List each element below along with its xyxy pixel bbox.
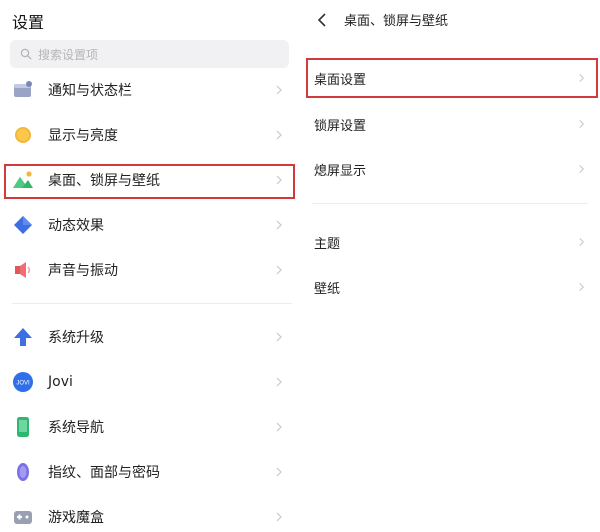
chevron-right-icon <box>276 85 282 95</box>
section-divider <box>12 303 292 304</box>
chevron-right-icon <box>579 238 585 246</box>
settings-item-dynamic-effect[interactable]: 动态效果 <box>0 203 296 247</box>
settings-item-sound[interactable]: 声音与振动 <box>0 248 296 292</box>
system-update-icon <box>12 326 34 348</box>
settings-item-jovi[interactable]: JOVI Jovi <box>0 360 296 404</box>
highlight-box <box>306 58 598 98</box>
fingerprint-icon <box>12 461 34 483</box>
notification-icon <box>12 79 34 101</box>
header: 桌面、锁屏与壁纸 <box>316 10 448 29</box>
settings-item-label: 声音与振动 <box>48 263 118 279</box>
search-input[interactable]: 搜索设置项 <box>10 40 289 68</box>
menu-item-label: 锁屏设置 <box>314 118 367 134</box>
search-icon <box>20 48 32 60</box>
settings-item-label: 游戏魔盒 <box>48 510 104 526</box>
chevron-right-icon <box>579 165 585 173</box>
settings-item-label: Jovi <box>48 374 73 390</box>
settings-item-game-box[interactable]: 游戏魔盒 <box>0 495 296 532</box>
settings-panel: 设置 搜索设置项 通知与状态栏 显示与亮度 桌面、锁屏与壁纸 动态效果 声音与振… <box>0 0 300 532</box>
settings-item-system-navigation[interactable]: 系统导航 <box>0 405 296 449</box>
search-placeholder: 搜索设置项 <box>38 47 99 62</box>
menu-item-label: 主题 <box>314 236 341 252</box>
menu-item-label: 熄屏显示 <box>314 163 367 179</box>
dynamic-effect-icon <box>12 214 34 236</box>
chevron-right-icon <box>579 283 585 291</box>
display-brightness-icon <box>12 124 34 146</box>
chevron-right-icon <box>276 512 282 522</box>
jovi-badge-text: JOVI <box>16 381 30 387</box>
page-title: 设置 <box>12 13 45 32</box>
settings-item-label: 显示与亮度 <box>48 128 118 144</box>
chevron-right-icon <box>276 467 282 477</box>
settings-item-label: 动态效果 <box>48 218 104 234</box>
settings-item-label: 通知与状态栏 <box>48 83 132 99</box>
chevron-right-icon <box>276 422 282 432</box>
settings-item-notification[interactable]: 通知与状态栏 <box>0 68 296 112</box>
game-box-icon <box>12 506 34 528</box>
back-arrow-icon[interactable] <box>316 12 328 28</box>
settings-item-label: 指纹、面部与密码 <box>48 465 160 481</box>
settings-item-label: 系统导航 <box>48 420 104 436</box>
menu-item-lock-screen-settings[interactable]: 锁屏设置 <box>300 102 600 146</box>
highlight-box <box>4 164 295 199</box>
wallpaper-settings-panel: 桌面、锁屏与壁纸 桌面设置 锁屏设置 熄屏显示 主题 壁纸 <box>300 0 600 532</box>
menu-item-theme[interactable]: 主题 <box>300 220 600 264</box>
chevron-right-icon <box>276 332 282 342</box>
chevron-right-icon <box>276 130 282 140</box>
chevron-right-icon <box>276 220 282 230</box>
section-divider <box>312 203 588 204</box>
system-navigation-icon <box>12 416 34 438</box>
chevron-right-icon <box>276 265 282 275</box>
menu-item-label: 壁纸 <box>314 281 341 297</box>
chevron-right-icon <box>579 120 585 128</box>
menu-item-wallpaper[interactable]: 壁纸 <box>300 265 600 309</box>
page-title: 桌面、锁屏与壁纸 <box>344 14 449 29</box>
chevron-right-icon <box>276 377 282 387</box>
sound-icon <box>12 259 34 281</box>
settings-item-display[interactable]: 显示与亮度 <box>0 113 296 157</box>
settings-item-fingerprint[interactable]: 指纹、面部与密码 <box>0 450 296 494</box>
menu-item-aod[interactable]: 熄屏显示 <box>300 147 600 191</box>
settings-item-system-update[interactable]: 系统升级 <box>0 315 296 359</box>
settings-item-label: 系统升级 <box>48 330 104 346</box>
jovi-icon: JOVI <box>12 371 34 393</box>
